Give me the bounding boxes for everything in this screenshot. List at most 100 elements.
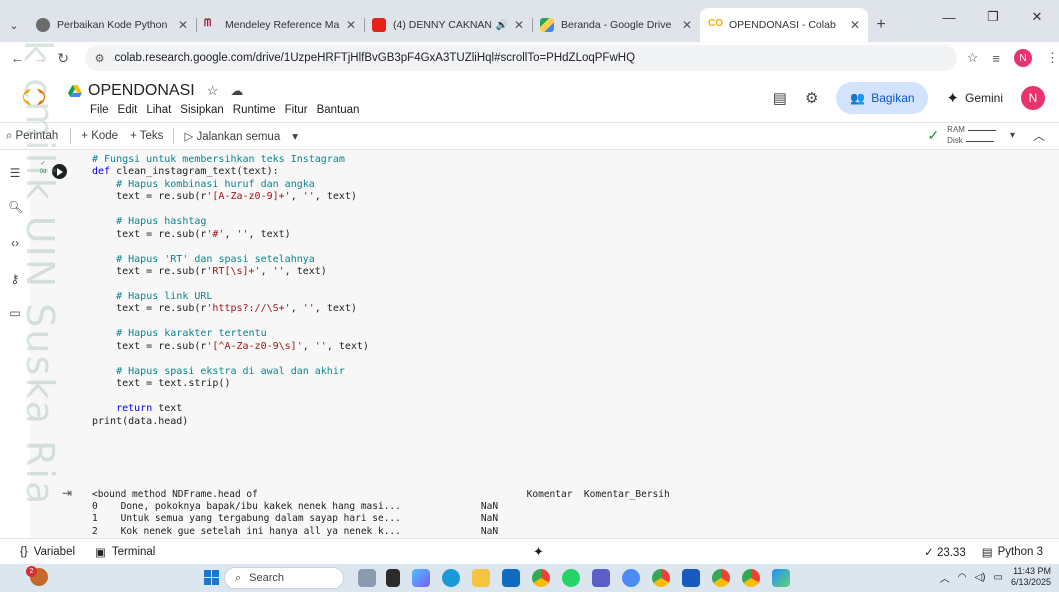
browser-tab[interactable]: Perbaikan Kode Python ✕ [28,8,196,42]
kernel-indicator[interactable]: ▤ Python 3 [982,545,1043,559]
outlook-icon[interactable] [502,569,520,587]
files-folder-icon[interactable]: ▭ [8,306,22,320]
close-tab-icon[interactable]: ✕ [178,18,188,32]
comments-icon[interactable]: ▤ [773,89,787,107]
close-window-icon[interactable]: ✕ [1015,0,1059,34]
wifi-icon[interactable]: ◠ [958,572,967,583]
browser-tab[interactable]: Beranda - Google Drive ✕ [532,8,700,42]
status-bar: {} Variabel ▣ Terminal ✦ ✓ 23.33 ▤ Pytho… [0,538,1059,564]
tab-title: (4) DENNY CAKNAN - [393,19,492,31]
clock-time: 11:43 PM [1013,566,1051,576]
youtube-icon [372,18,386,32]
bookmark-star-icon[interactable]: ☆ [967,50,979,66]
new-tab-button[interactable]: + [868,8,894,42]
menu-edit[interactable]: Edit [118,104,138,116]
terminal-button[interactable]: ▣ Terminal [95,545,155,559]
more-menu-icon[interactable]: ⋮ [1046,50,1059,66]
battery-icon[interactable]: ▭ [994,572,1003,583]
collapse-header-icon[interactable]: ︿ [1033,127,1045,144]
output-actions-icon[interactable]: ⇥ [62,486,72,500]
menu-insert[interactable]: Sisipkan [180,104,223,116]
task-view-icon[interactable] [386,569,400,587]
find-replace-icon[interactable]: 🔍︎ [8,200,23,214]
browser-tab[interactable]: ᗰ Mendeley Reference Manage ✕ [196,8,364,42]
cloud-saved-icon[interactable]: ☁ [230,83,243,99]
url-field[interactable]: ⚙ colab.research.google.com/drive/1UzpeH… [84,45,957,71]
reading-list-icon[interactable]: ≡ [992,51,1000,66]
disk-label: Disk [947,136,963,145]
code-cell[interactable]: ✓ 0d ⇥ # Fungsi untuk membersihkan teks I… [30,150,1059,538]
teams-icon[interactable] [592,569,610,587]
menu-view[interactable]: Lihat [146,104,171,116]
tray-overflow-icon[interactable]: ︿ [940,570,950,585]
colab-logo-icon[interactable] [18,84,50,110]
resource-monitor[interactable]: ✓ RAM Disk ▾ ︿ [927,125,1045,145]
run-all-dropdown-icon[interactable]: ▾ [286,129,304,143]
last-execution-time[interactable]: ✓ 23.33 [924,545,966,559]
runtime-dropdown-icon[interactable]: ▾ [1010,130,1015,141]
back-icon[interactable]: ← [6,50,29,66]
command-palette-button[interactable]: ⌕ Perintah [0,130,66,143]
notebook-title[interactable]: OPENDONASI [88,82,195,100]
close-tab-icon[interactable]: ✕ [346,18,356,32]
word-icon[interactable] [682,569,700,587]
chrome-icon[interactable] [532,569,550,587]
gemini-sparkle-icon[interactable]: ✦ [533,544,544,560]
taskbar-search[interactable]: ⌕ Search [224,567,344,589]
menu-help[interactable]: Bantuan [317,104,360,116]
close-tab-icon[interactable]: ✕ [682,18,692,32]
cell-gutter: ✓ 0d ⇥ [30,150,88,538]
browser-tab[interactable]: (4) DENNY CAKNAN - 🔊 ✕ [364,8,532,42]
system-tray: ︿ ◠ ◁) ▭ 11:43 PM 6/13/2025 [940,566,1051,588]
photos-icon[interactable] [772,569,790,587]
user-app-icon[interactable] [358,569,376,587]
tab-search-dropdown-icon[interactable]: ⌄ [0,8,28,42]
divider [173,128,175,144]
menu-tools[interactable]: Fitur [285,104,308,116]
add-text-button[interactable]: + Teks [124,130,169,142]
restore-icon[interactable]: ❐ [971,0,1015,34]
chrome-profile-icon[interactable] [622,569,640,587]
code-snippets-icon[interactable]: ‹› [8,236,22,250]
star-icon[interactable]: ☆ [207,83,219,99]
reload-icon[interactable]: ↻ [52,50,75,67]
profile-avatar[interactable]: N [1013,49,1032,67]
connected-check-icon: ✓ [927,126,940,143]
audio-playing-icon[interactable]: 🔊 [495,20,507,31]
code-editor[interactable]: # Fungsi untuk membersihkan teks Instagr… [92,154,369,428]
gemini-button[interactable]: ✦ Gemini [946,89,1003,107]
search-icon: ⌕ [235,571,242,584]
chrome-icon[interactable] [712,569,730,587]
share-button[interactable]: 👥 Bagikan [836,82,929,114]
menu-runtime[interactable]: Runtime [233,104,276,116]
copilot-icon[interactable] [412,569,430,587]
mendeley-icon: ᗰ [204,18,212,29]
weather-widget-icon[interactable]: 2 [26,566,48,586]
variables-button[interactable]: {} Variabel [20,546,75,558]
run-cell-button[interactable] [52,164,67,179]
kernel-icon: ▤ [981,546,993,559]
volume-icon[interactable]: ◁) [974,572,985,583]
close-tab-icon[interactable]: ✕ [514,18,524,32]
minimize-icon[interactable]: — [927,0,971,34]
user-avatar[interactable]: N [1021,86,1045,110]
forward-icon[interactable]: → [29,50,52,66]
chrome-icon[interactable] [742,569,760,587]
close-tab-icon[interactable]: ✕ [850,18,860,32]
menu-file[interactable]: File [90,104,109,116]
chrome-icon[interactable] [652,569,670,587]
secrets-key-icon[interactable]: ⚷ [8,272,22,286]
clock-date: 6/13/2025 [1010,577,1051,587]
browser-tab-active[interactable]: CO OPENDONASI - Colab ✕ [700,8,868,42]
windows-start-icon[interactable] [204,570,219,585]
whatsapp-icon[interactable] [562,569,580,587]
settings-gear-icon[interactable]: ⚙ [805,89,818,107]
run-all-button[interactable]: ▷ Jalankan semua [178,129,286,143]
site-info-icon[interactable]: ⚙ [95,52,105,65]
braces-icon: {} [20,545,28,558]
add-code-button[interactable]: + Kode [75,130,124,142]
clock[interactable]: 11:43 PM 6/13/2025 [1011,566,1051,588]
edge-icon[interactable] [442,569,460,587]
table-of-contents-icon[interactable]: ☰ [8,166,22,180]
file-explorer-icon[interactable] [472,569,490,587]
